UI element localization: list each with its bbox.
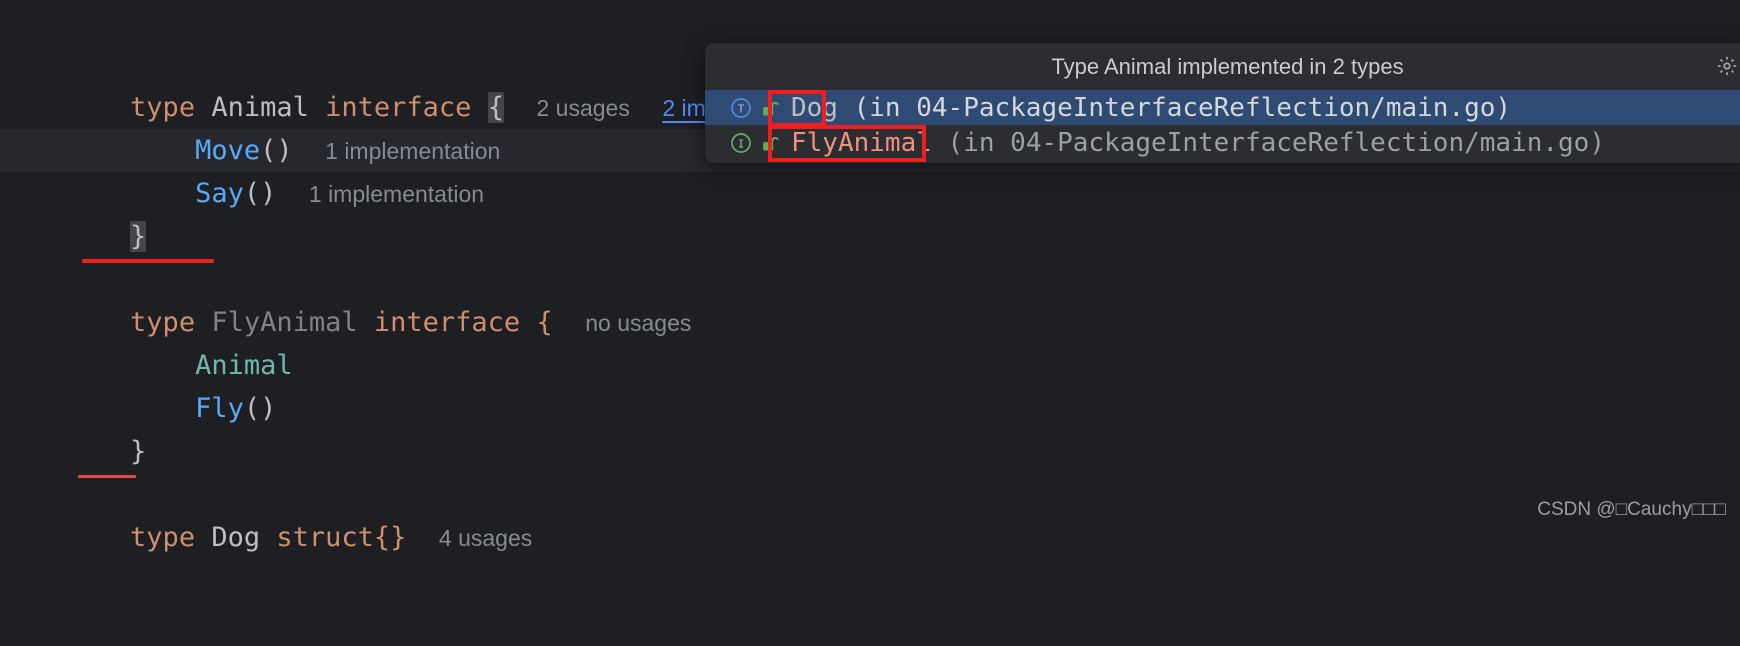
svg-text:T: T <box>738 102 745 115</box>
popup-header: Type Animal implemented in 2 types <box>705 43 1740 90</box>
code-line-flyanimal-closing-brace[interactable]: } <box>0 344 1740 467</box>
code-line-embedded-animal[interactable]: Animal <box>0 258 1740 381</box>
type-name-dog[interactable]: Dog <box>211 522 276 553</box>
code-line-animal-declaration[interactable]: type Animal interface { 2 usages 2 imple… <box>0 0 1740 123</box>
gear-icon[interactable] <box>1716 55 1738 77</box>
code-line-dog-declaration[interactable]: type Dog struct{} 4 usages <box>0 430 1740 553</box>
annotation-underline-flyanimal-decl <box>82 259 214 263</box>
method-parens-fly: () <box>243 393 277 424</box>
csdn-watermark: CSDN @□Cauchy□□□ <box>1537 499 1726 520</box>
method-parens-say: () <box>243 178 277 209</box>
keyword-type: type <box>130 522 212 553</box>
list-item-flyanimal[interactable]: I FlyAnimal (in 04-PackageInterfaceRefle… <box>705 125 1740 160</box>
type-class-icon: T <box>728 95 754 121</box>
implementation-location-dog: (in 04-PackageInterfaceReflection/main.g… <box>853 92 1512 123</box>
keyword-struct: struct{} <box>276 522 407 553</box>
implementations-list[interactable]: T Dog (in 04-PackageInterfaceReflection/… <box>705 90 1740 160</box>
svg-text:I: I <box>738 137 745 150</box>
interface-icon: I <box>728 130 754 156</box>
implementation-location-flyanimal: (in 04-PackageInterfaceReflection/main.g… <box>947 127 1605 158</box>
method-name-say[interactable]: Say <box>195 178 244 209</box>
inlay-hint-say-implementation[interactable]: 1 implementation <box>309 181 484 207</box>
code-line-fly-method[interactable]: Fly() <box>0 301 1740 424</box>
method-name-fly[interactable]: Fly <box>195 393 244 424</box>
annotation-underline-dog-decl <box>78 475 136 478</box>
unlocked-public-icon <box>758 97 780 119</box>
implementation-name-dog[interactable]: Dog <box>791 93 838 123</box>
implementations-popup[interactable]: Type Animal implemented in 2 types T Dog… <box>705 43 1740 163</box>
screenshot-root: type Animal interface { 2 usages 2 imple… <box>0 0 1740 553</box>
code-line-flyanimal-declaration[interactable]: type FlyAnimal interface { no usages <box>0 215 1740 338</box>
popup-title: Type Animal implemented in 2 types <box>1051 53 1404 79</box>
list-item-dog[interactable]: T Dog (in 04-PackageInterfaceReflection/… <box>705 90 1740 125</box>
unlocked-public-icon <box>758 132 780 154</box>
implementation-name-flyanimal[interactable]: FlyAnimal <box>791 128 932 158</box>
